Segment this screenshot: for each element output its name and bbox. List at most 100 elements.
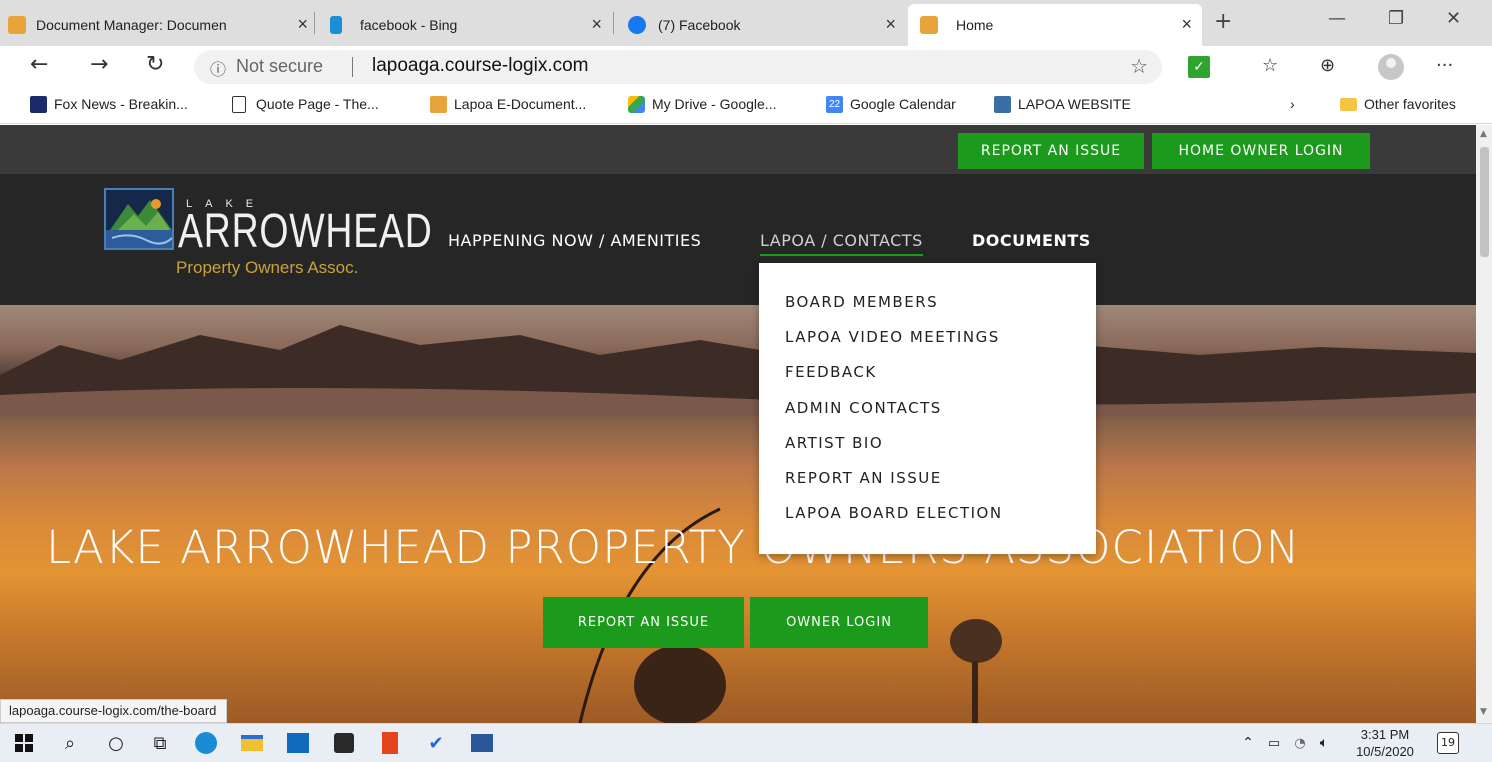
close-window-icon[interactable]: ✕ xyxy=(1446,8,1461,29)
windows-start-icon[interactable] xyxy=(12,731,36,755)
favorite-lapoa-edocument[interactable]: Lapoa E-Document... xyxy=(430,96,587,113)
notifications-icon[interactable]: 19 xyxy=(1436,731,1460,755)
close-tab-icon[interactable]: × xyxy=(1181,14,1192,35)
todo-icon[interactable]: ✔ xyxy=(424,731,448,755)
favorite-star-icon[interactable]: ☆ xyxy=(1130,54,1148,78)
menu-item-feedback[interactable]: FEEDBACK xyxy=(759,363,1096,398)
menu-item-artist-bio[interactable]: ARTIST BIO xyxy=(759,434,1096,469)
more-menu-icon[interactable]: ··· xyxy=(1436,55,1453,76)
notifications-badge: 19 xyxy=(1437,732,1459,754)
outlook-icon[interactable] xyxy=(286,731,310,755)
menu-item-board-election[interactable]: LAPOA BOARD ELECTION xyxy=(759,504,1096,539)
extension-check-icon[interactable]: ✓ xyxy=(1188,56,1210,78)
close-tab-icon[interactable]: × xyxy=(297,14,308,35)
back-icon[interactable]: ← xyxy=(30,52,48,77)
security-label: Not secure xyxy=(236,56,324,76)
site-header: LAKE ARROWHEAD Property Owners Assoc. xyxy=(0,174,1476,305)
nav-happening-now[interactable]: HAPPENING NOW / AMENITIES xyxy=(448,231,701,250)
status-bar-url: lapoaga.course-logix.com/the-board xyxy=(0,699,228,723)
system-clock[interactable]: 3:31 PM 10/5/2020 xyxy=(1348,726,1422,760)
word-icon[interactable] xyxy=(470,731,494,755)
hero-mountain-painting xyxy=(0,325,1476,415)
lapoa-icon xyxy=(994,96,1011,113)
show-hidden-icons-chevron-icon[interactable]: ⌃ xyxy=(1236,731,1260,755)
google-calendar-icon: 22 xyxy=(826,96,843,113)
address-divider xyxy=(352,57,353,77)
windows-taskbar: ⌕ ○ ⧉ ✔ ⌃ ▭ ◔ 🔈︎ 3:31 PM 10/5/2020 19 xyxy=(0,723,1492,762)
scroll-up-icon[interactable]: ▲ xyxy=(1480,129,1487,139)
menu-item-admin-contacts[interactable]: ADMIN CONTACTS xyxy=(759,399,1096,434)
scroll-thumb[interactable] xyxy=(1480,147,1489,257)
refresh-icon[interactable]: ↻ xyxy=(146,52,164,77)
tab-document-manager[interactable]: Document Manager: Documen × xyxy=(0,4,310,46)
logo-subtitle: Property Owners Assoc. xyxy=(176,258,359,277)
favorites-bar: Fox News - Breakin... Quote Page - The..… xyxy=(0,88,1492,124)
bing-icon xyxy=(330,16,342,34)
web-page: REPORT AN ISSUE HOME OWNER LOGIN LAKE AR… xyxy=(0,125,1476,723)
other-favorites[interactable]: Other favorites xyxy=(1340,96,1456,112)
favorite-label: LAPOA WEBSITE xyxy=(1018,96,1131,112)
minimize-icon[interactable]: — xyxy=(1328,8,1346,29)
cortana-icon[interactable]: ○ xyxy=(104,731,128,755)
file-explorer-icon[interactable] xyxy=(240,731,264,755)
edge-icon[interactable] xyxy=(194,731,218,755)
address-bar-row: ← → ↻ ⓘ Not secure lapoaga.course-logix.… xyxy=(0,46,1492,88)
nav-lapoa-contacts[interactable]: LAPOA / CONTACTS xyxy=(760,231,923,256)
menu-item-board-members[interactable]: BOARD MEMBERS xyxy=(759,293,1096,328)
tab-home[interactable]: Home × xyxy=(908,4,1202,46)
nav-documents[interactable]: DOCUMENTS xyxy=(972,231,1091,250)
contacts-dropdown-menu: BOARD MEMBERS LAPOA VIDEO MEETINGS FEEDB… xyxy=(759,263,1096,554)
tab-bing[interactable]: facebook - Bing × xyxy=(322,4,612,46)
url-text[interactable]: lapoaga.course-logix.com xyxy=(372,55,589,77)
clock-time: 3:31 PM xyxy=(1360,727,1410,742)
new-tab-button[interactable]: + xyxy=(1214,9,1232,34)
favorite-label: Lapoa E-Document... xyxy=(454,96,587,112)
address-bar[interactable]: ⓘ Not secure lapoaga.course-logix.com ☆ xyxy=(194,50,1162,84)
info-icon[interactable]: ⓘ xyxy=(210,56,226,80)
favorite-google-drive[interactable]: My Drive - Google... xyxy=(628,96,777,113)
joomla-icon xyxy=(920,16,938,34)
tab-facebook[interactable]: (7) Facebook × xyxy=(620,4,906,46)
facebook-icon xyxy=(628,16,646,34)
favorites-icon[interactable]: ☆ xyxy=(1262,55,1278,76)
collections-icon[interactable]: ⊕ xyxy=(1320,55,1335,76)
joomla-icon xyxy=(430,96,447,113)
profile-avatar[interactable] xyxy=(1378,54,1404,80)
favorite-quote-page[interactable]: Quote Page - The... xyxy=(232,96,379,113)
page-icon xyxy=(232,96,246,113)
volume-icon[interactable]: 🔈︎ xyxy=(1312,731,1336,755)
favorite-google-calendar[interactable]: 22 Google Calendar xyxy=(826,96,956,113)
site-logo[interactable]: LAKE ARROWHEAD Property Owners Assoc. xyxy=(104,188,432,277)
close-tab-icon[interactable]: × xyxy=(591,14,602,35)
top-report-issue-button[interactable]: REPORT AN ISSUE xyxy=(958,133,1144,169)
clock-date: 10/5/2020 xyxy=(1356,744,1414,759)
home-owner-login-button[interactable]: HOME OWNER LOGIN xyxy=(1152,133,1370,169)
hero-title: LAKE ARROWHEAD PROPERTY OWNERS ASSOCIATI… xyxy=(46,521,1301,574)
hero-banner: LAKE ARROWHEAD PROPERTY OWNERS ASSOCIATI… xyxy=(0,305,1476,723)
scroll-down-icon[interactable]: ▼ xyxy=(1480,707,1487,717)
tab-title: (7) Facebook xyxy=(658,17,741,33)
hero-chair-silhouette xyxy=(950,619,1002,723)
close-tab-icon[interactable]: × xyxy=(885,14,896,35)
search-icon[interactable]: ⌕ xyxy=(58,731,82,755)
favorite-label: Google Calendar xyxy=(850,96,956,112)
tab-separator xyxy=(314,12,315,34)
forward-icon[interactable]: → xyxy=(90,52,108,77)
favorite-fox-news[interactable]: Fox News - Breakin... xyxy=(30,96,188,113)
wifi-icon[interactable]: ◔ xyxy=(1288,731,1312,755)
favorites-overflow-chevron-icon[interactable]: › xyxy=(1290,96,1295,112)
hero-report-issue-button[interactable]: REPORT AN ISSUE xyxy=(543,597,744,648)
menu-item-video-meetings[interactable]: LAPOA VIDEO MEETINGS xyxy=(759,328,1096,363)
hero-owner-login-button[interactable]: OWNER LOGIN xyxy=(750,597,928,648)
menu-item-report-issue[interactable]: REPORT AN ISSUE xyxy=(759,469,1096,504)
favorite-lapoa-website[interactable]: LAPOA WEBSITE xyxy=(994,96,1131,113)
other-favorites-label: Other favorites xyxy=(1364,96,1456,112)
task-view-icon[interactable]: ⧉ xyxy=(148,731,172,755)
acrobat-icon[interactable] xyxy=(332,731,356,755)
restore-icon[interactable]: ❐ xyxy=(1388,8,1404,29)
logo-mountain-icon xyxy=(104,188,174,250)
battery-icon[interactable]: ▭ xyxy=(1262,731,1286,755)
favorite-label: My Drive - Google... xyxy=(652,96,777,112)
page-scrollbar[interactable]: ▲ ▼ xyxy=(1476,125,1492,723)
office-icon[interactable] xyxy=(378,731,402,755)
